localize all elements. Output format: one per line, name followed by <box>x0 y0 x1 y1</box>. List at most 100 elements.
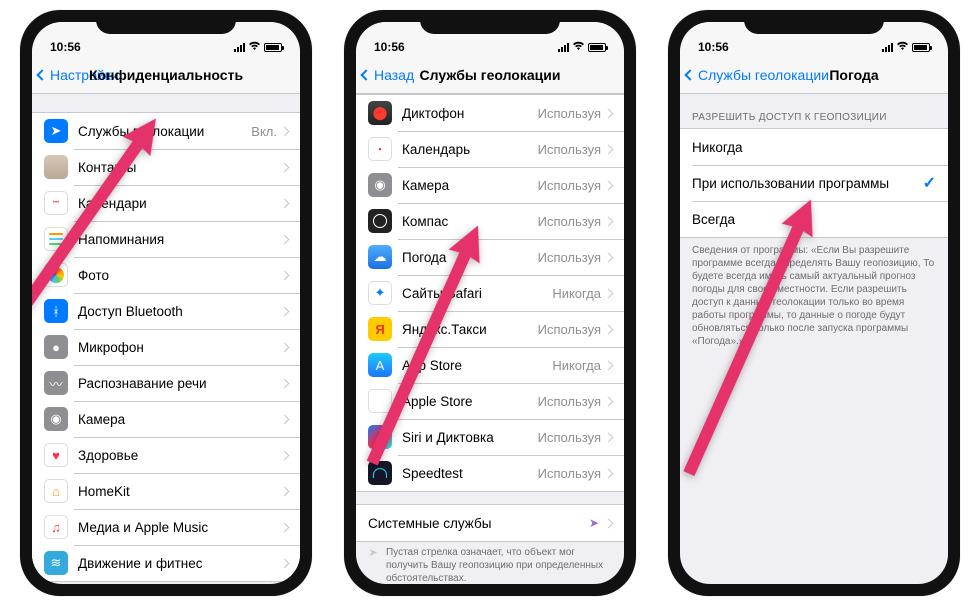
row-media[interactable]: ♫Медиа и Apple Music <box>32 509 300 545</box>
cell-detail: Используя <box>538 178 601 193</box>
row-microphone[interactable]: ● Микрофон <box>32 329 300 365</box>
row-safari[interactable]: ✦Сайты SafariНикогда <box>356 275 624 311</box>
chevron-right-icon <box>604 360 614 370</box>
chevron-left-icon <box>36 69 47 80</box>
phone-privacy: 10:56 Настройки Конфиденциальность ➤Служ… <box>20 10 312 596</box>
row-calendar[interactable]: ▪КалендарьИспользуя <box>356 131 624 167</box>
chevron-right-icon <box>604 396 614 406</box>
cell-label: Календарь <box>402 142 538 157</box>
app-icon <box>368 389 392 413</box>
row-reminders[interactable]: Напоминания <box>32 221 300 257</box>
footer-text: Сведения от программы: «Если Вы разрешит… <box>680 238 948 354</box>
row-speedtest[interactable]: SpeedtestИспользуя <box>356 455 624 491</box>
chevron-left-icon <box>360 69 371 80</box>
cell-label: Микрофон <box>78 340 281 355</box>
option-while-using[interactable]: При использовании программы✓ <box>680 165 948 201</box>
status-bar: 10:56 <box>356 22 624 56</box>
chevron-right-icon <box>604 252 614 262</box>
app-icon: ➤ <box>44 119 68 143</box>
app-icon: ⌂ <box>44 479 68 503</box>
row-calendars[interactable]: ••• Календари <box>32 185 300 221</box>
chevron-right-icon <box>604 108 614 118</box>
cell-label: Камера <box>78 412 281 427</box>
phone-weather-permissions: 10:56 Службы геолокации Погода Разрешить… <box>668 10 960 596</box>
option-label: Всегда <box>692 212 936 227</box>
cell-detail: Используя <box>538 322 601 337</box>
app-icon: ≋ <box>44 551 68 575</box>
chevron-right-icon <box>604 144 614 154</box>
row-applestore[interactable]: Apple StoreИспользуя <box>356 383 624 419</box>
chevron-right-icon <box>604 288 614 298</box>
cell-label: Распознавание речи <box>78 376 281 391</box>
row-location-services[interactable]: ➤Службы геолокацииВкл. <box>32 113 300 149</box>
row-camera[interactable]: ◉ Камера <box>32 401 300 437</box>
app-icon: ⬤ <box>368 101 392 125</box>
row-appstore[interactable]: AApp StoreНикогда <box>356 347 624 383</box>
cell-detail: Используя <box>538 214 601 229</box>
cell-label: Напоминания <box>78 232 281 247</box>
app-icon: Я <box>368 317 392 341</box>
app-icon: ♫ <box>44 515 68 539</box>
row-camera[interactable]: ◉КамераИспользуя <box>356 167 624 203</box>
status-time: 10:56 <box>50 40 81 54</box>
section-header: Разрешить доступ к геопозиции <box>680 94 948 128</box>
row-compass[interactable]: КомпасИспользуя <box>356 203 624 239</box>
cell-label: Календари <box>78 196 281 211</box>
chevron-right-icon <box>280 162 290 172</box>
chevron-left-icon <box>684 69 695 80</box>
chevron-right-icon <box>604 432 614 442</box>
app-icon <box>368 425 392 449</box>
nav-bar: Службы геолокации Погода <box>680 56 948 94</box>
footer-text: Программы, запросившие доступ к Вашим да… <box>32 582 300 584</box>
cell-detail: Используя <box>538 250 601 265</box>
row-voice-memos[interactable]: ⬤ДиктофонИспользуя <box>356 95 624 131</box>
app-icon: ▪ <box>368 137 392 161</box>
back-button[interactable]: Службы геолокации <box>686 67 829 83</box>
nav-bar: Назад Службы геолокации <box>356 56 624 94</box>
row-contacts[interactable]: Контакты <box>32 149 300 185</box>
option-never[interactable]: Никогда <box>680 129 948 165</box>
row-weather[interactable]: ☁ПогодаИспользуя <box>356 239 624 275</box>
row-photos[interactable]: Фото <box>32 257 300 293</box>
chevron-right-icon <box>280 486 290 496</box>
row-bluetooth[interactable]: ᚼДоступ Bluetooth <box>32 293 300 329</box>
chevron-right-icon <box>604 216 614 226</box>
cell-detail: Никогда <box>552 286 601 301</box>
cell-label: Яндекс.Такси <box>402 322 538 337</box>
app-icon: ◉ <box>44 407 68 431</box>
back-button[interactable]: Назад <box>362 67 414 83</box>
cell-label: Системные службы <box>368 516 589 531</box>
row-speech[interactable]: 〰 Распознавание речи <box>32 365 300 401</box>
option-label: Никогда <box>692 140 936 155</box>
app-icon: 〰 <box>44 371 68 395</box>
cell-label: Speedtest <box>402 466 538 481</box>
row-yandex[interactable]: Я Яндекс.ТаксиИспользуя <box>356 311 624 347</box>
wifi-icon <box>248 40 261 54</box>
chevron-right-icon <box>280 270 290 280</box>
app-icon <box>44 263 68 287</box>
row-system-services[interactable]: Системные службы ➤ <box>356 505 624 541</box>
signal-icon <box>234 42 245 52</box>
cell-detail: Используя <box>538 430 601 445</box>
row-homekit[interactable]: ⌂ HomeKit <box>32 473 300 509</box>
app-icon: ••• <box>44 191 68 215</box>
app-icon: ◉ <box>368 173 392 197</box>
app-icon: ● <box>44 335 68 359</box>
chevron-right-icon <box>604 518 614 528</box>
row-siri[interactable]: Siri и ДиктовкаИспользуя <box>356 419 624 455</box>
cell-detail: Никогда <box>552 358 601 373</box>
chevron-right-icon <box>280 414 290 424</box>
row-motion[interactable]: ≋Движение и фитнес <box>32 545 300 581</box>
back-button[interactable]: Настройки <box>38 67 119 83</box>
cell-detail: Вкл. <box>251 124 277 139</box>
battery-icon <box>912 43 930 52</box>
row-health[interactable]: ♥Здоровье <box>32 437 300 473</box>
location-arrow-icon: ➤ <box>589 516 599 530</box>
cell-label: HomeKit <box>78 484 281 499</box>
cell-label: Siri и Диктовка <box>402 430 538 445</box>
signal-icon <box>558 42 569 52</box>
cell-label: Сайты Safari <box>402 286 552 301</box>
cell-detail: Используя <box>538 106 601 121</box>
option-always[interactable]: Всегда <box>680 201 948 237</box>
phone-location-services: 10:56 Назад Службы геолокации ⬤ДиктофонИ… <box>344 10 636 596</box>
